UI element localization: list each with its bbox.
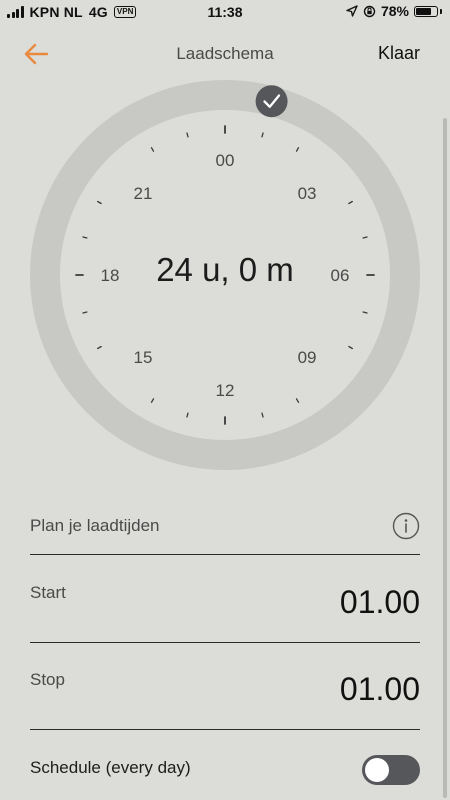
dial-tick [295, 147, 300, 152]
status-bar: KPN NL 4G VPN 11:38 78% [0, 0, 450, 26]
done-button[interactable]: Klaar [378, 43, 420, 64]
start-label: Start [30, 583, 66, 602]
hour-label-21: 21 [134, 184, 153, 203]
orientation-lock-icon [363, 5, 376, 17]
stop-time-row[interactable]: Stop 01.00 [30, 643, 420, 730]
location-arrow-icon [346, 5, 358, 17]
dial-tick [348, 200, 353, 205]
dial-tick [186, 132, 189, 138]
schedule-row: Schedule (every day) [30, 750, 420, 790]
hour-label-09: 09 [298, 348, 317, 367]
hour-label-00: 00 [216, 151, 235, 170]
battery-fill [416, 7, 431, 15]
battery-icon [414, 5, 438, 17]
dial-tick [150, 147, 155, 152]
charging-schedule-screen: KPN NL 4G VPN 11:38 78% Laadschema Klaar… [0, 0, 450, 800]
dial-tick [82, 311, 88, 314]
battery-tip [440, 8, 442, 14]
dial-tick [150, 398, 155, 403]
battery-percentage: 78% [380, 3, 409, 19]
dial-tick [295, 398, 300, 403]
dial-tick [97, 345, 102, 350]
hour-label-03: 03 [298, 184, 317, 203]
scrollbar[interactable] [443, 118, 447, 798]
dial-tick [362, 236, 368, 239]
dial-tick [362, 311, 368, 314]
hour-label-12: 12 [216, 381, 235, 400]
schedule-label: Schedule (every day) [30, 758, 191, 777]
start-time-value[interactable]: 01.00 [340, 584, 420, 621]
dial-tick [82, 236, 88, 239]
info-icon[interactable] [392, 512, 420, 540]
hour-label-15: 15 [134, 348, 153, 367]
dial-tick [348, 345, 353, 350]
navigation-bar: Laadschema Klaar [0, 32, 450, 76]
plan-label: Plan je laadtijden [30, 516, 160, 535]
dial-tick [97, 200, 102, 205]
stop-label: Stop [30, 670, 65, 689]
dial-handle[interactable] [255, 85, 288, 118]
duration-display: 24 u, 0 m [156, 251, 294, 288]
schedule-toggle[interactable] [362, 755, 420, 785]
dial-tick [261, 132, 264, 138]
stop-time-value[interactable]: 01.00 [340, 671, 420, 708]
plan-charging-header: Plan je laadtijden [30, 512, 420, 555]
dial-tick [261, 412, 264, 418]
start-time-row[interactable]: Start 01.00 [30, 556, 420, 643]
toggle-knob [365, 758, 389, 782]
dial-tick [186, 412, 189, 418]
schedule-dial[interactable]: 00 03 06 09 12 15 18 21 24 u, 0 m [30, 80, 420, 470]
